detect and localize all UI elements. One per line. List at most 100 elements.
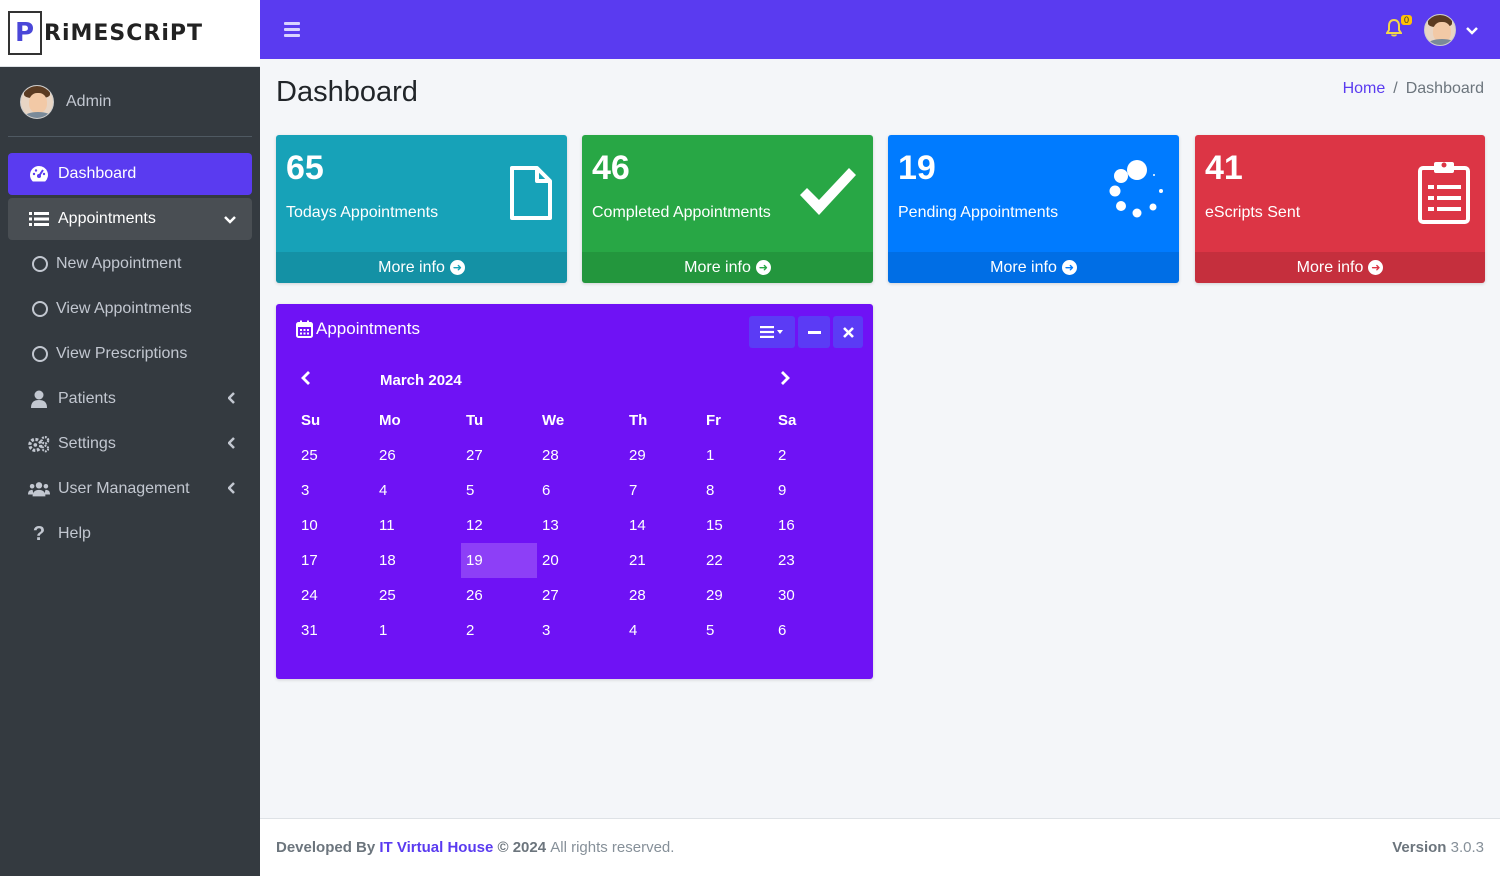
calendar-day[interactable]: 10 [296, 508, 374, 543]
calendar-week-row: 10 11 12 13 14 15 16 [296, 508, 826, 543]
calendar-day[interactable]: 5 [701, 613, 773, 648]
footer-developed-by: Developed By [276, 839, 376, 856]
brand-link[interactable]: P RiMESCRiPT [0, 0, 260, 67]
sidebar-item-dashboard[interactable]: Dashboard [8, 153, 252, 195]
card-title: Appointments [296, 319, 420, 339]
calendar-day[interactable]: 8 [701, 473, 773, 508]
sidebar-item-new-appointment[interactable]: New Appointment [8, 243, 252, 285]
calendar-day[interactable]: 27 [537, 578, 624, 613]
calendar-day-number: 25 [379, 587, 396, 604]
more-info-label: More info [1296, 258, 1364, 276]
calendar-day[interactable]: 18 [374, 543, 461, 578]
calendar-day[interactable]: 2 [461, 613, 537, 648]
calendar-day[interactable]: 16 [773, 508, 826, 543]
calendar-day[interactable]: 22 [701, 543, 773, 578]
calendar-weekday: Fr [701, 403, 773, 438]
calendar-day[interactable]: 3 [296, 473, 374, 508]
calendar-week-row: 24 25 26 27 28 29 30 [296, 578, 826, 613]
sidebar-item-settings[interactable]: Settings [8, 423, 252, 465]
chevron-left-icon [227, 391, 236, 407]
calendar-day[interactable]: 29 [624, 438, 701, 473]
sidebar-item-user-management[interactable]: User Management [8, 468, 252, 510]
more-info-link[interactable]: More info ➜ [582, 252, 873, 283]
footer-version: Version 3.0.3 [1392, 839, 1484, 856]
calendar-day-today[interactable]: 19 [461, 543, 537, 578]
calendar-day[interactable]: 9 [773, 473, 826, 508]
footer-company-link[interactable]: IT Virtual House [379, 839, 493, 856]
sidebar-item-view-appointments[interactable]: View Appointments [8, 288, 252, 330]
calendar-month-label[interactable]: March 2024 [380, 372, 462, 389]
calendar-day[interactable]: 30 [773, 578, 826, 613]
prev-month-button[interactable] [301, 370, 311, 391]
calendar-day-number: 26 [379, 447, 396, 464]
breadcrumb: Home / Dashboard [1343, 80, 1484, 98]
calendar-day[interactable]: 4 [624, 613, 701, 648]
close-icon [842, 326, 854, 338]
calendar-day[interactable]: 25 [296, 438, 374, 473]
calendar-day[interactable]: 25 [374, 578, 461, 613]
menu-toggle-icon[interactable] [284, 19, 300, 40]
calendar-day-number: 28 [542, 447, 559, 464]
calendar-day[interactable]: 28 [624, 578, 701, 613]
calendar-day[interactable]: 6 [537, 473, 624, 508]
sidebar-item-patients[interactable]: Patients [8, 378, 252, 420]
calendar-day[interactable]: 12 [461, 508, 537, 543]
chevron-down-icon[interactable] [1466, 23, 1478, 38]
calendar-day[interactable]: 4 [374, 473, 461, 508]
calendar-day[interactable]: 13 [537, 508, 624, 543]
calendar-day[interactable]: 24 [296, 578, 374, 613]
collapse-button[interactable] [798, 316, 830, 348]
user-menu-avatar[interactable] [1424, 14, 1456, 46]
card-menu-button[interactable] [749, 316, 795, 348]
calendar-day-number: 4 [629, 622, 638, 639]
calendar-day[interactable]: 20 [537, 543, 624, 578]
calendar-day-number: 12 [466, 517, 483, 534]
cogs-icon [28, 435, 50, 453]
user-panel[interactable]: Admin [8, 67, 252, 137]
calendar-day[interactable]: 26 [461, 578, 537, 613]
sidebar-item-help[interactable]: ? Help [8, 513, 252, 555]
calendar-weekday-label: Th [629, 411, 648, 429]
calendar-day[interactable]: 1 [374, 613, 461, 648]
sidebar-item-view-prescriptions[interactable]: View Prescriptions [8, 333, 252, 375]
calendar-day[interactable]: 28 [537, 438, 624, 473]
calendar-day[interactable]: 3 [537, 613, 624, 648]
calendar-day[interactable]: 17 [296, 543, 374, 578]
calendar-day[interactable]: 23 [773, 543, 826, 578]
calendar-day[interactable]: 6 [773, 613, 826, 648]
calendar-weekday-label: We [542, 411, 565, 429]
calendar-day[interactable]: 2 [773, 438, 826, 473]
more-info-link[interactable]: More info ➜ [888, 252, 1179, 283]
calendar-day[interactable]: 29 [701, 578, 773, 613]
calendar-day-number: 19 [466, 552, 483, 569]
calendar-day[interactable]: 21 [624, 543, 701, 578]
notifications-button[interactable]: 0 [1385, 14, 1412, 42]
calendar-day[interactable]: 31 [296, 613, 374, 648]
more-info-link[interactable]: More info ➜ [276, 252, 567, 283]
user-name[interactable]: Admin [66, 93, 111, 111]
calendar-day[interactable]: 5 [461, 473, 537, 508]
sidebar-item-label: Dashboard [58, 165, 137, 182]
chevron-left-icon [301, 371, 310, 385]
sidebar-item-label: New Appointment [56, 255, 182, 272]
more-info-link[interactable]: More info ➜ [1195, 252, 1485, 283]
next-month-button[interactable] [780, 370, 790, 391]
calendar-day[interactable]: 1 [701, 438, 773, 473]
calendar-day[interactable]: 7 [624, 473, 701, 508]
chevron-left-icon [227, 436, 236, 452]
breadcrumb-home-link[interactable]: Home [1343, 80, 1386, 97]
remove-button[interactable] [833, 316, 863, 348]
sidebar-item-appointments[interactable]: Appointments [8, 198, 252, 240]
calendar-week-row: 31 1 2 3 4 5 6 [296, 613, 826, 648]
list-icon [28, 211, 50, 227]
calendar-day-number: 25 [301, 447, 318, 464]
calendar-day[interactable]: 27 [461, 438, 537, 473]
card-tools [746, 316, 863, 348]
calendar-day[interactable]: 14 [624, 508, 701, 543]
calendar-day[interactable]: 11 [374, 508, 461, 543]
calendar-day-number: 8 [706, 482, 715, 499]
calendar-day[interactable]: 15 [701, 508, 773, 543]
calendar-day[interactable]: 26 [374, 438, 461, 473]
footer-year: © 2024 [497, 839, 547, 856]
arrow-circle-right-icon: ➜ [1368, 260, 1384, 275]
